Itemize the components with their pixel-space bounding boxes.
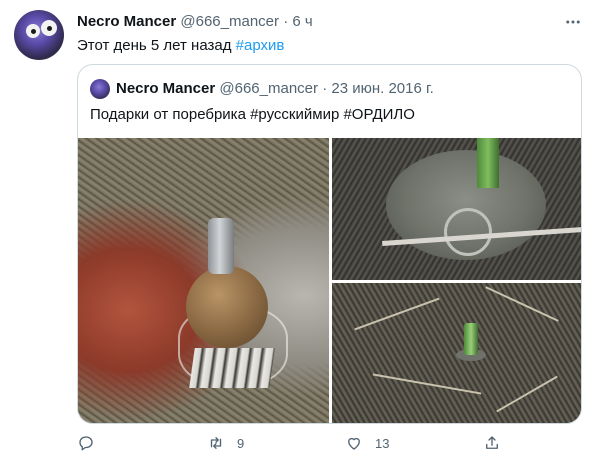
author-handle[interactable]: @666_mancer bbox=[180, 13, 279, 30]
photo-grid bbox=[78, 138, 581, 423]
retweet-count: 9 bbox=[237, 435, 245, 451]
quote-author-name: Necro Mancer bbox=[116, 80, 216, 97]
photo-detail-straw bbox=[496, 375, 558, 413]
separator: · bbox=[322, 80, 328, 97]
reply-button[interactable] bbox=[77, 428, 107, 458]
quote-header: Necro Mancer @666_mancer · 23 июн. 2016 … bbox=[116, 79, 434, 99]
quote-author-handle: @666_mancer bbox=[219, 80, 319, 97]
heart-icon bbox=[348, 437, 360, 450]
retweet-button[interactable]: 9 bbox=[207, 428, 244, 458]
timestamp[interactable]: 6 ч bbox=[292, 13, 312, 30]
avatar-pupil bbox=[47, 26, 52, 31]
like-count: 13 bbox=[375, 435, 390, 451]
photo-mine[interactable] bbox=[332, 138, 581, 280]
avatar[interactable] bbox=[14, 10, 64, 60]
photo-detail-wrap bbox=[189, 348, 275, 388]
quote-avatar[interactable] bbox=[90, 79, 110, 99]
photo-detail-pin bbox=[477, 138, 499, 188]
tweet-text-body: Этот день 5 лет назад bbox=[77, 37, 236, 54]
quote-timestamp: 23 июн. 2016 г. bbox=[331, 80, 434, 97]
photo-detail-straw bbox=[485, 286, 559, 322]
photo-detail-pin bbox=[464, 323, 478, 355]
quoted-tweet[interactable]: Necro Mancer @666_mancer · 23 июн. 2016 … bbox=[77, 64, 582, 424]
tweet-text: Этот день 5 лет назад #архив bbox=[77, 36, 284, 56]
photo-detail-grenade bbox=[186, 266, 268, 348]
photo-detail-ring bbox=[444, 208, 492, 256]
photo-grenade[interactable] bbox=[78, 138, 329, 423]
action-bar: 9 13 bbox=[0, 428, 595, 458]
retweet-icon bbox=[210, 437, 222, 449]
tweet-header: Necro Mancer @666_mancer · 6 ч bbox=[77, 12, 313, 32]
quote-text: Подарки от поребрика #русскиймир #ОРДИЛО bbox=[90, 106, 415, 123]
more-button[interactable] bbox=[563, 12, 583, 32]
author-name[interactable]: Necro Mancer bbox=[77, 13, 176, 30]
photo-detail-straw bbox=[354, 297, 440, 331]
more-dots-icon bbox=[566, 20, 580, 24]
share-button[interactable] bbox=[483, 428, 501, 458]
tweet[interactable]: Necro Mancer @666_mancer · 6 ч Этот день… bbox=[0, 0, 595, 462]
hashtag-link[interactable]: #архив bbox=[236, 37, 285, 54]
avatar-pupil bbox=[31, 29, 36, 34]
photo-buried-mine[interactable] bbox=[332, 283, 581, 423]
separator: · bbox=[283, 13, 289, 30]
like-button[interactable]: 13 bbox=[345, 428, 389, 458]
photo-detail-straw bbox=[372, 373, 482, 395]
photo-detail-fuse bbox=[208, 218, 234, 274]
reply-icon bbox=[79, 436, 93, 451]
share-icon bbox=[486, 436, 498, 449]
